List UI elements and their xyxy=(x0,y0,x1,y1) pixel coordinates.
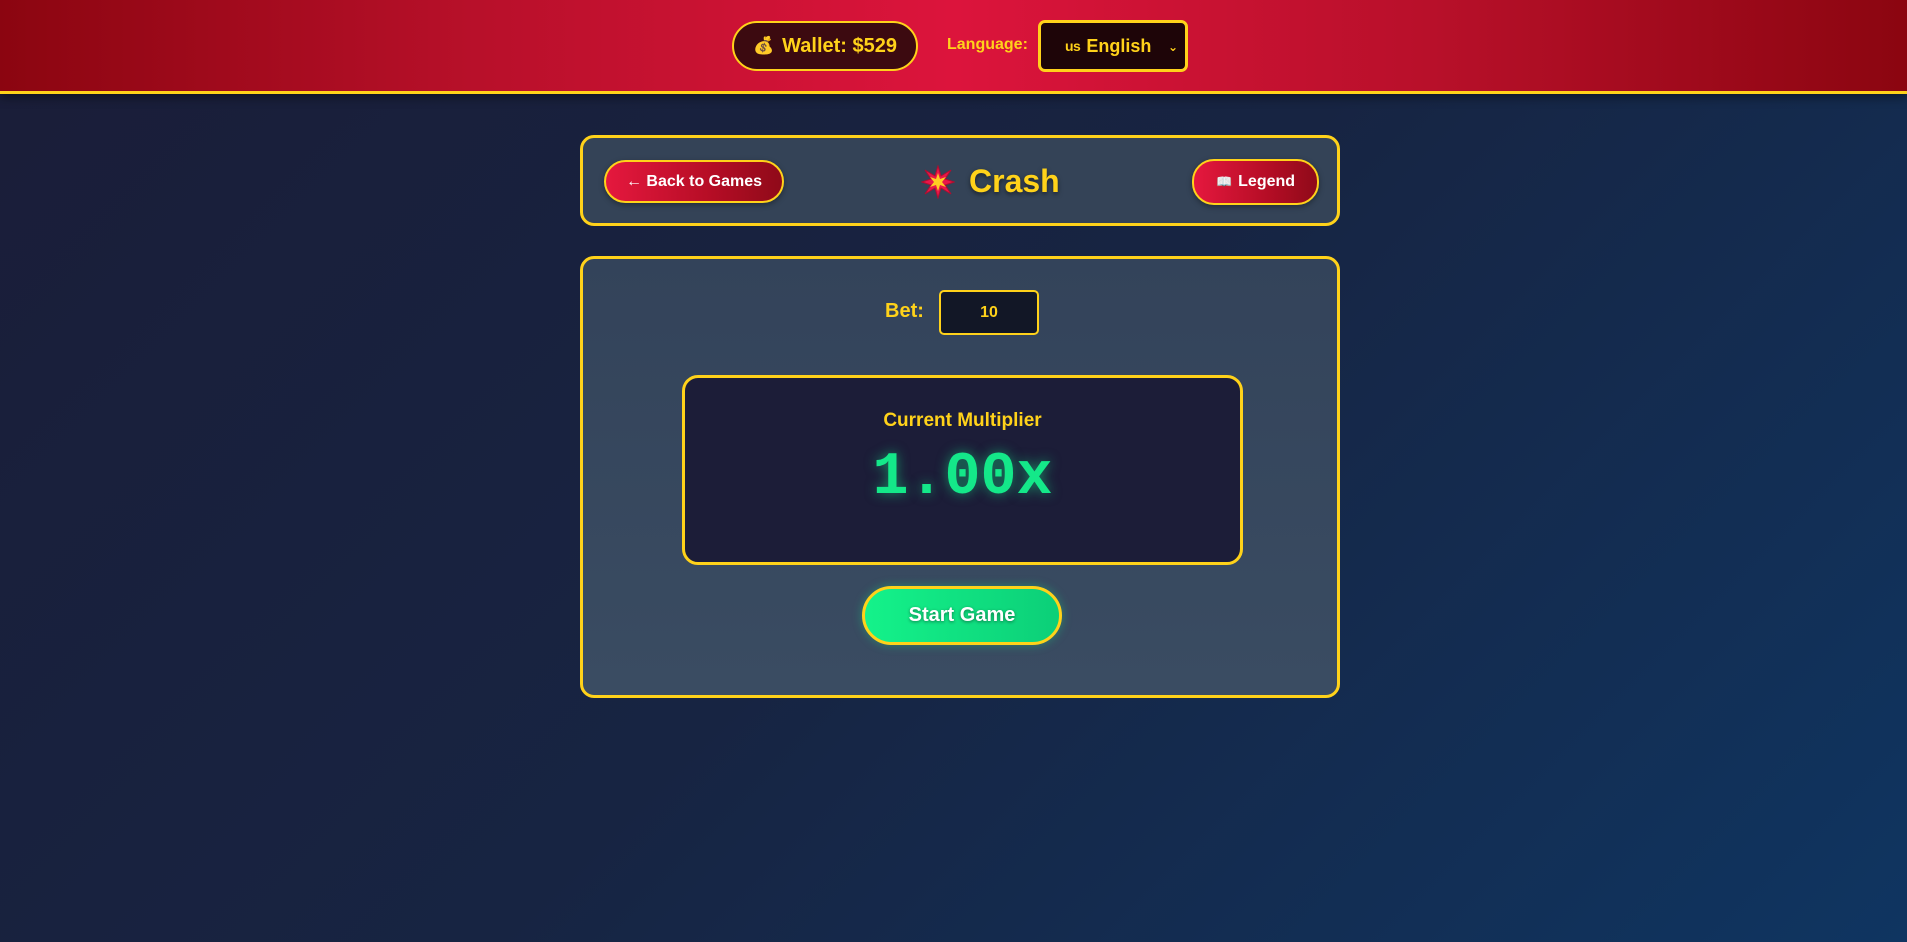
language-selected: English xyxy=(1086,35,1152,56)
wallet-display: 💰 Wallet: $529 xyxy=(732,21,918,71)
game-panel: Bet: 10 Current Multiplier 1.00x Start G… xyxy=(580,256,1340,698)
game-title-text: Crash xyxy=(969,163,1060,199)
bet-label: Bet: xyxy=(885,300,924,322)
wallet-label: Wallet: $529 xyxy=(782,34,898,57)
multiplier-value: 1.00x xyxy=(872,444,1053,512)
money-bag-icon: 💰 xyxy=(752,36,775,55)
book-icon: 📖 xyxy=(1215,174,1233,189)
legend-button[interactable]: 📖 Legend xyxy=(1192,159,1319,205)
chevron-down-icon: ⌄ xyxy=(1167,40,1178,54)
top-bar: 💰 Wallet: $529 Language: us English ⌄ xyxy=(0,0,1907,94)
multiplier-label: Current Multiplier xyxy=(883,410,1042,431)
language-label: Language: xyxy=(947,36,1028,53)
explosion-icon xyxy=(921,164,955,199)
legend-label: Legend xyxy=(1238,173,1296,190)
game-header-panel: ← Back to Games Crash 📖 Legend xyxy=(580,135,1340,226)
back-to-games-button[interactable]: ← Back to Games xyxy=(604,160,784,203)
start-game-button[interactable]: Start Game xyxy=(862,586,1062,645)
language-select[interactable]: us English ⌄ xyxy=(1038,20,1188,72)
us-flag-icon: us xyxy=(1065,38,1081,54)
multiplier-display: Current Multiplier 1.00x xyxy=(682,375,1243,565)
bet-input[interactable]: 10 xyxy=(939,290,1039,335)
game-title: Crash xyxy=(921,163,1060,200)
